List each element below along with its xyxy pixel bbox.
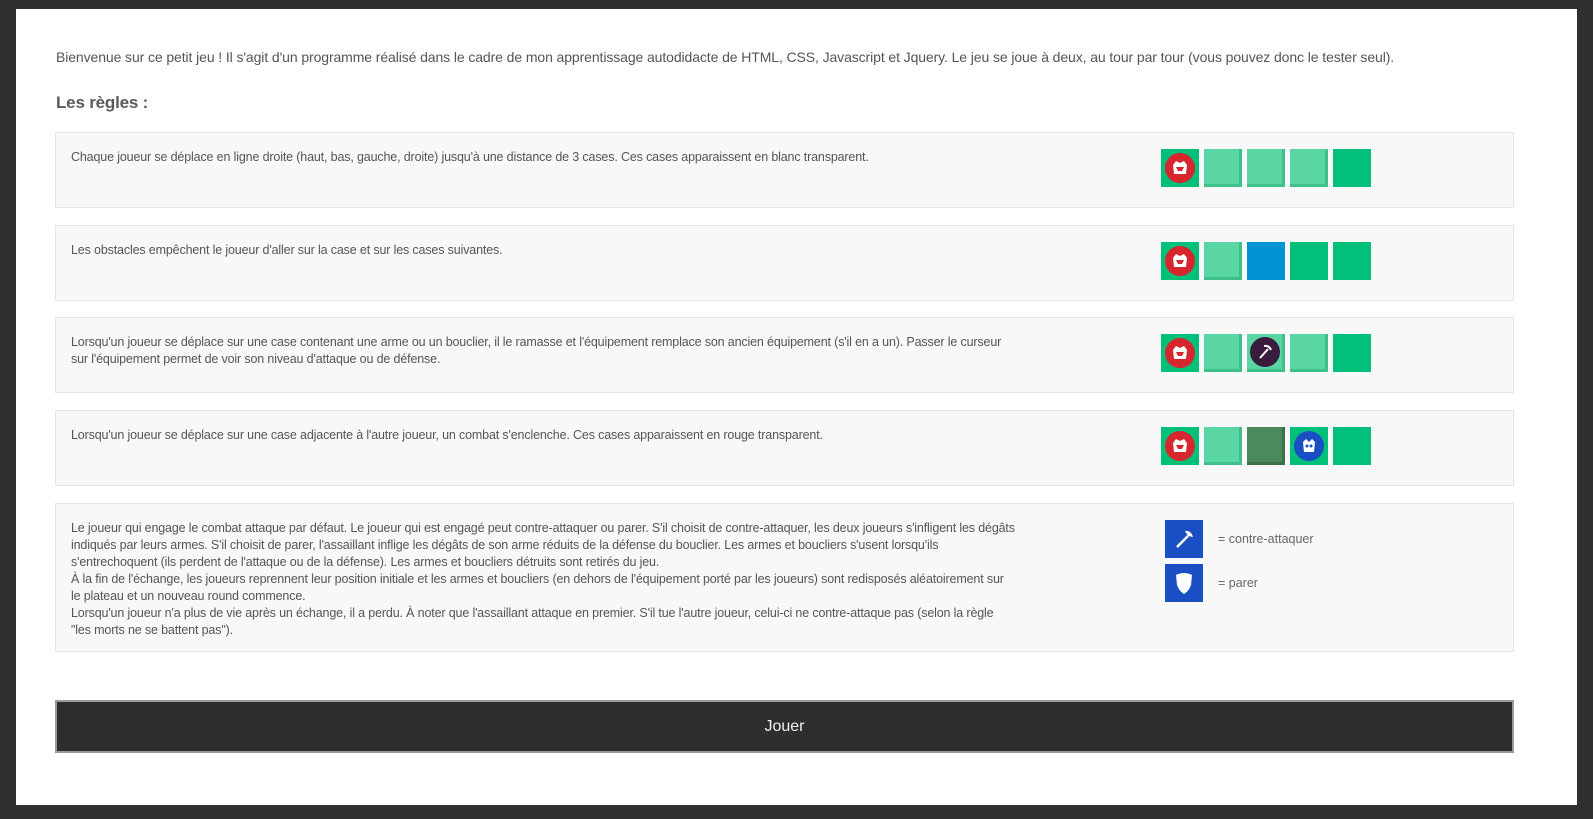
tile-strip xyxy=(1161,334,1376,372)
tile-grass xyxy=(1290,242,1328,280)
rules-title: Les règles : xyxy=(56,93,149,112)
combat-rule-line: Lorsqu'un joueur n'a plus de vie après u… xyxy=(71,606,994,637)
tile-reachable xyxy=(1290,334,1328,372)
player-blue-icon xyxy=(1294,431,1324,461)
tile-grass xyxy=(1333,427,1371,465)
tile-player-red xyxy=(1161,334,1199,372)
play-button[interactable]: Jouer xyxy=(55,700,1514,753)
combat-rule-line: À la fin de l'échange, les joueurs repre… xyxy=(71,572,1004,603)
tile-strip xyxy=(1161,149,1376,187)
rule-equipment: Lorsqu'un joueur se déplace sur une case… xyxy=(55,317,1514,393)
tile-reachable xyxy=(1204,334,1242,372)
player-red-icon xyxy=(1165,431,1195,461)
rule-text: Lorsqu'un joueur se déplace sur une case… xyxy=(71,335,1002,366)
pickaxe-icon xyxy=(1249,336,1280,367)
legend-label: = contre-attaquer xyxy=(1218,532,1314,546)
player-red-icon xyxy=(1165,246,1195,276)
combat-rule-line: Le joueur qui engage le combat attaque p… xyxy=(71,521,1015,569)
rule-text: Lorsqu'un joueur se déplace sur une case… xyxy=(71,428,823,442)
tile-reachable xyxy=(1204,427,1242,465)
tile-reachable xyxy=(1204,242,1242,280)
tile-combat xyxy=(1247,427,1285,465)
tile-strip xyxy=(1161,242,1376,280)
tile-player-blue xyxy=(1290,427,1328,465)
tile-player-red xyxy=(1161,149,1199,187)
rule-text: Les obstacles empêchent le joueur d'alle… xyxy=(71,243,503,257)
tile-strip xyxy=(1161,427,1376,465)
rule-text: Chaque joueur se déplace en ligne droite… xyxy=(71,150,869,164)
axe-icon xyxy=(1165,520,1203,558)
tile-player-red xyxy=(1161,427,1199,465)
legend-row-counter: = contre-attaquer xyxy=(1165,520,1314,558)
tile-grass xyxy=(1333,242,1371,280)
rule-combat-trigger: Lorsqu'un joueur se déplace sur une case… xyxy=(55,410,1514,486)
tile-reachable xyxy=(1247,149,1285,187)
tile-grass xyxy=(1333,334,1371,372)
rule-combat: Le joueur qui engage le combat attaque p… xyxy=(55,503,1514,652)
intro-text: Bienvenue sur ce petit jeu ! Il s'agit d… xyxy=(56,49,1395,65)
rule-movement: Chaque joueur se déplace en ligne droite… xyxy=(55,132,1514,208)
rule-obstacles: Les obstacles empêchent le joueur d'alle… xyxy=(55,225,1514,301)
page-container: Bienvenue sur ce petit jeu ! Il s'agit d… xyxy=(16,9,1577,805)
player-red-icon xyxy=(1165,153,1195,183)
player-red-icon xyxy=(1165,338,1195,368)
legend-label: = parer xyxy=(1218,576,1258,590)
combat-legend: = contre-attaquer = parer xyxy=(1165,520,1314,608)
tile-obstacle xyxy=(1247,242,1285,280)
tile-grass xyxy=(1333,149,1371,187)
rule-text: Le joueur qui engage le combat attaque p… xyxy=(71,520,1016,639)
tile-reachable xyxy=(1290,149,1328,187)
legend-row-parry: = parer xyxy=(1165,564,1314,602)
tile-weapon[interactable] xyxy=(1247,334,1285,372)
tile-player-red xyxy=(1161,242,1199,280)
tile-reachable xyxy=(1204,149,1242,187)
shield-icon xyxy=(1165,564,1203,602)
